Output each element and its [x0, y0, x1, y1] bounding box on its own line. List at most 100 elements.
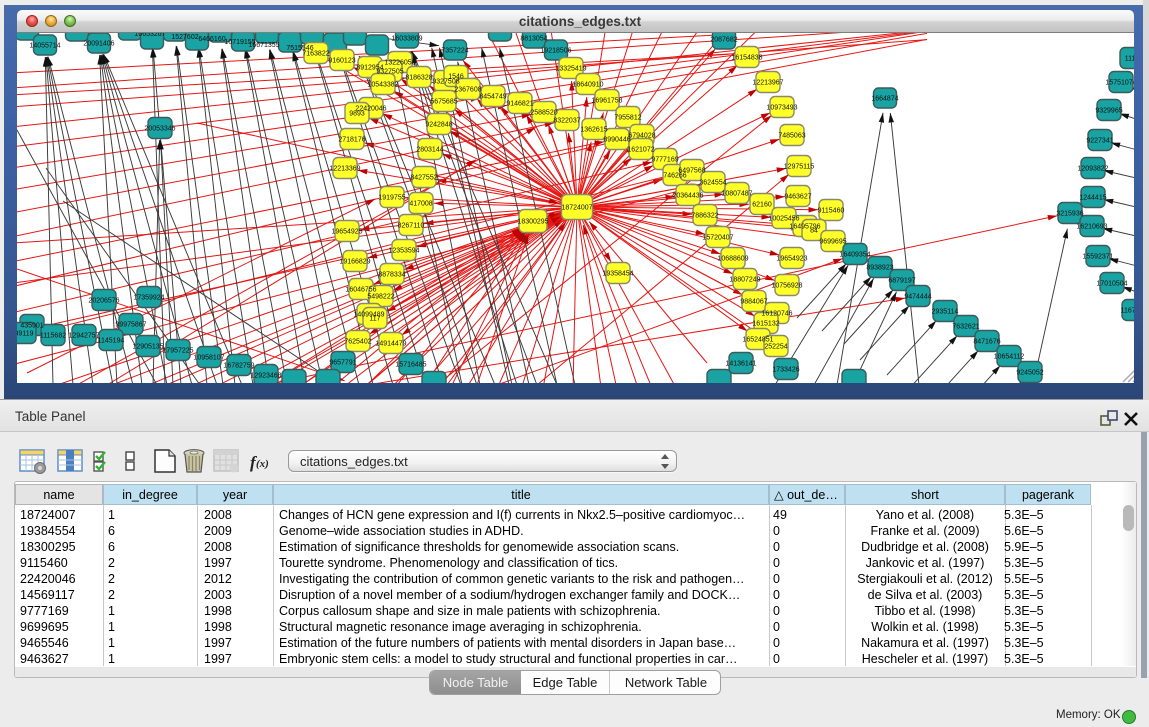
svg-text:8322037: 8322037 — [553, 118, 580, 125]
svg-text:6466160: 6466160 — [198, 36, 225, 43]
svg-text:12975115: 12975115 — [784, 164, 815, 171]
svg-text:8878334: 8878334 — [378, 272, 405, 279]
svg-text:12905135: 12905135 — [132, 344, 163, 351]
svg-text:18724007: 18724007 — [561, 205, 592, 212]
svg-text:18640910: 18640910 — [572, 82, 603, 89]
svg-text:14914479: 14914479 — [375, 341, 406, 348]
svg-text:19654923: 19654923 — [776, 256, 807, 263]
svg-text:1527602: 1527602 — [171, 34, 198, 41]
svg-text:1546: 1546 — [448, 74, 464, 81]
svg-text:2087682: 2087682 — [710, 37, 737, 44]
svg-text:10807487: 10807487 — [721, 191, 752, 198]
svg-text:8813054: 8813054 — [520, 36, 547, 43]
svg-text:16782759: 16782759 — [223, 363, 254, 370]
svg-text:15720407: 15720407 — [702, 235, 733, 242]
svg-text:1664874: 1664874 — [871, 96, 898, 103]
svg-text:12353594: 12353594 — [388, 248, 419, 255]
svg-text:(x): (x) — [256, 458, 269, 470]
svg-text:9327505: 9327505 — [376, 69, 403, 76]
svg-text:10654112: 10654112 — [994, 354, 1025, 361]
svg-text:99975867: 99975867 — [115, 322, 146, 329]
svg-text:2803144: 2803144 — [416, 147, 443, 154]
svg-text:10756928: 10756928 — [771, 283, 802, 290]
svg-text:9699695: 9699695 — [819, 239, 846, 246]
svg-text:20091406: 20091406 — [83, 41, 114, 48]
svg-text:84: 84 — [810, 228, 818, 235]
svg-text:8267110: 8267110 — [398, 223, 425, 230]
svg-text:10653267: 10653267 — [134, 33, 165, 38]
svg-text:1919755: 1919755 — [378, 195, 405, 202]
svg-text:16409354: 16409354 — [839, 252, 870, 259]
svg-text:10958107: 10958107 — [193, 355, 224, 362]
svg-text:9463627: 9463627 — [784, 194, 811, 201]
svg-text:9474444: 9474444 — [904, 294, 931, 301]
svg-text:12923468: 12923468 — [250, 373, 281, 380]
svg-text:9329965: 9329965 — [1095, 108, 1122, 115]
svg-text:1362615: 1362615 — [580, 127, 607, 134]
svg-text:16046756: 16046756 — [345, 287, 376, 294]
svg-text:9115460: 9115460 — [818, 208, 845, 215]
svg-text:1167534: 1167534 — [1121, 308, 1134, 315]
svg-text:1615132: 1615132 — [752, 321, 779, 328]
svg-text:14136141: 14136141 — [725, 361, 756, 368]
svg-text:1117: 1117 — [1125, 56, 1134, 63]
svg-text:9146821: 9146821 — [506, 101, 533, 108]
svg-text:12213369: 12213369 — [329, 166, 360, 173]
svg-text:13325419: 13325419 — [555, 66, 586, 73]
svg-text:9242848: 9242848 — [425, 122, 452, 129]
svg-text:252254: 252254 — [764, 344, 787, 351]
svg-text:15592371: 15592371 — [1082, 254, 1113, 261]
svg-text:1115682: 1115682 — [40, 333, 66, 340]
svg-text:117: 117 — [369, 316, 380, 323]
svg-text:15751074: 15751074 — [1105, 80, 1134, 87]
svg-text:1145194: 1145194 — [98, 338, 125, 345]
svg-text:435901: 435901 — [20, 323, 43, 330]
svg-text:6879197: 6879197 — [888, 278, 915, 285]
svg-text:9245052: 9245052 — [1016, 370, 1043, 377]
svg-text:1733426: 1733426 — [772, 367, 799, 374]
svg-text:12942757: 12942757 — [68, 333, 99, 340]
svg-text:19166829: 19166829 — [339, 259, 370, 266]
svg-text:7515546: 7515546 — [286, 45, 313, 52]
svg-text:15716485: 15716485 — [395, 362, 426, 369]
svg-text:5675685: 5675685 — [430, 99, 457, 106]
svg-text:3215936: 3215936 — [1056, 211, 1083, 218]
svg-text:17010504: 17010504 — [1096, 281, 1127, 288]
svg-text:16120746: 16120746 — [761, 311, 792, 318]
svg-text:7625402: 7625402 — [344, 339, 371, 346]
svg-text:19654925: 19654925 — [331, 229, 362, 236]
svg-text:1621072: 1621072 — [627, 147, 654, 154]
svg-text:9893: 9893 — [349, 111, 365, 118]
svg-text:10543382: 10543382 — [367, 82, 398, 89]
svg-text:8938923: 8938923 — [866, 265, 893, 272]
svg-text:7632621: 7632621 — [952, 324, 979, 331]
svg-text:2588520: 2588520 — [530, 110, 557, 117]
svg-text:10973493: 10973493 — [766, 105, 797, 112]
svg-text:3624554: 3624554 — [699, 180, 726, 187]
svg-text:16154838: 16154838 — [731, 55, 762, 62]
svg-text:16671355: 16671355 — [248, 42, 279, 49]
svg-text:10025456: 10025456 — [768, 216, 799, 223]
svg-text:8471676: 8471676 — [973, 339, 1000, 346]
svg-text:17359924: 17359924 — [133, 295, 164, 302]
svg-text:18300295: 18300295 — [517, 219, 548, 226]
svg-text:7357224: 7357224 — [441, 48, 468, 55]
svg-text:62160: 62160 — [752, 202, 772, 209]
svg-text:1244415: 1244415 — [1079, 195, 1106, 202]
svg-text:16961758: 16961758 — [591, 98, 622, 105]
svg-text:17957225: 17957225 — [162, 348, 193, 355]
svg-text:14055714: 14055714 — [29, 43, 60, 50]
svg-text:2367608: 2367608 — [454, 87, 481, 94]
svg-text:6497568: 6497568 — [678, 168, 705, 175]
svg-text:12213967: 12213967 — [752, 80, 783, 87]
svg-text:2718176: 2718176 — [338, 137, 365, 144]
svg-text:16524851: 16524851 — [742, 337, 773, 344]
svg-text:10688609: 10688609 — [717, 256, 748, 263]
svg-text:8427552: 8427552 — [410, 175, 437, 182]
svg-text:7886322: 7886322 — [691, 213, 718, 220]
svg-text:8454749: 8454749 — [479, 94, 506, 101]
svg-text:20206576: 20206576 — [88, 298, 119, 305]
svg-text:2935114: 2935114 — [932, 309, 959, 316]
svg-text:9227341: 9227341 — [1086, 138, 1113, 145]
svg-text:13226058: 13226058 — [384, 60, 415, 67]
